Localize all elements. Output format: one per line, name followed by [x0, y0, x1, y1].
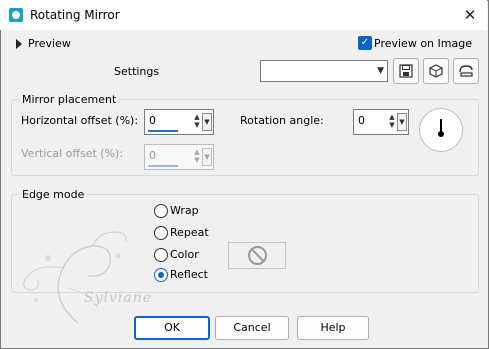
reset-icon — [459, 65, 473, 77]
vertical-offset-label: Vertical offset (%): — [21, 147, 124, 160]
watermark-flourish — [23, 231, 127, 324]
reset-defaults-button[interactable] — [453, 58, 479, 84]
window-title: Rotating Mirror — [30, 8, 120, 22]
horizontal-offset-label: Horizontal offset (%): — [21, 114, 139, 127]
ok-button[interactable]: OK — [134, 316, 210, 340]
preview-on-image-label[interactable]: Preview on Image — [374, 37, 472, 50]
expand-triangle-icon[interactable] — [16, 39, 22, 49]
settings-preset-combobox[interactable]: ▼ — [260, 60, 388, 82]
randomize-button[interactable] — [423, 58, 449, 84]
chevron-down-icon[interactable]: ▼ — [377, 66, 384, 76]
preview-toggle-label[interactable]: Preview — [28, 37, 71, 50]
edge-mode-repeat-radio[interactable] — [154, 226, 168, 240]
edge-mode-repeat-label[interactable]: Repeat — [170, 226, 209, 239]
mirror-placement-title: Mirror placement — [20, 93, 119, 106]
save-icon — [399, 64, 413, 78]
edge-mode-color-label[interactable]: Color — [170, 248, 199, 261]
settings-label: Settings — [114, 65, 160, 78]
rotation-angle-value[interactable]: 0 — [358, 114, 365, 127]
chevron-down-icon[interactable]: ▼ — [202, 113, 212, 131]
chevron-down-icon: ▼ — [202, 148, 212, 166]
rotation-angle-label: Rotation angle: — [240, 114, 324, 127]
spin-arrows-icon[interactable]: ▲ ▼ — [387, 113, 397, 129]
save-preset-button[interactable] — [393, 58, 419, 84]
vertical-offset-value: 0 — [149, 149, 156, 162]
spin-arrows-icon[interactable]: ▲ ▼ — [192, 113, 202, 129]
chevron-down-icon[interactable]: ▼ — [397, 113, 407, 131]
edge-mode-color-radio[interactable] — [154, 248, 168, 262]
cancel-button[interactable]: Cancel — [215, 316, 289, 340]
app-icon — [9, 8, 23, 22]
help-button[interactable]: Help — [297, 316, 369, 340]
no-color-icon — [248, 246, 267, 265]
edge-color-swatch — [228, 242, 286, 269]
edge-mode-title: Edge mode — [20, 188, 87, 201]
edge-mode-reflect-radio[interactable] — [154, 268, 168, 282]
rotation-angle-dial[interactable] — [419, 108, 463, 152]
horizontal-offset-spinbox[interactable]: 0 ▲ ▼ ▼ — [144, 109, 214, 135]
dial-center-dot — [438, 131, 444, 137]
edge-mode-wrap-radio[interactable] — [154, 204, 168, 218]
spin-arrows-icon: ▲ ▼ — [194, 148, 200, 164]
edge-mode-wrap-label[interactable]: Wrap — [170, 204, 199, 217]
edge-mode-reflect-label[interactable]: Reflect — [170, 268, 208, 281]
horizontal-offset-value[interactable]: 0 — [149, 114, 156, 127]
watermark-text: Sylviane — [84, 290, 153, 306]
rotation-angle-spinbox[interactable]: 0 ▲ ▼ ▼ — [353, 109, 409, 135]
cube-icon — [429, 64, 443, 78]
close-icon[interactable]: ✕ — [458, 6, 482, 24]
vertical-offset-slider-bar — [148, 165, 178, 167]
vertical-offset-spinbox: 0 ▲ ▼ ▼ — [144, 144, 214, 170]
title-bar: Rotating Mirror ✕ — [0, 0, 487, 30]
horizontal-offset-slider-bar[interactable] — [148, 130, 178, 132]
preview-on-image-checkbox[interactable]: ✓ — [358, 36, 372, 50]
